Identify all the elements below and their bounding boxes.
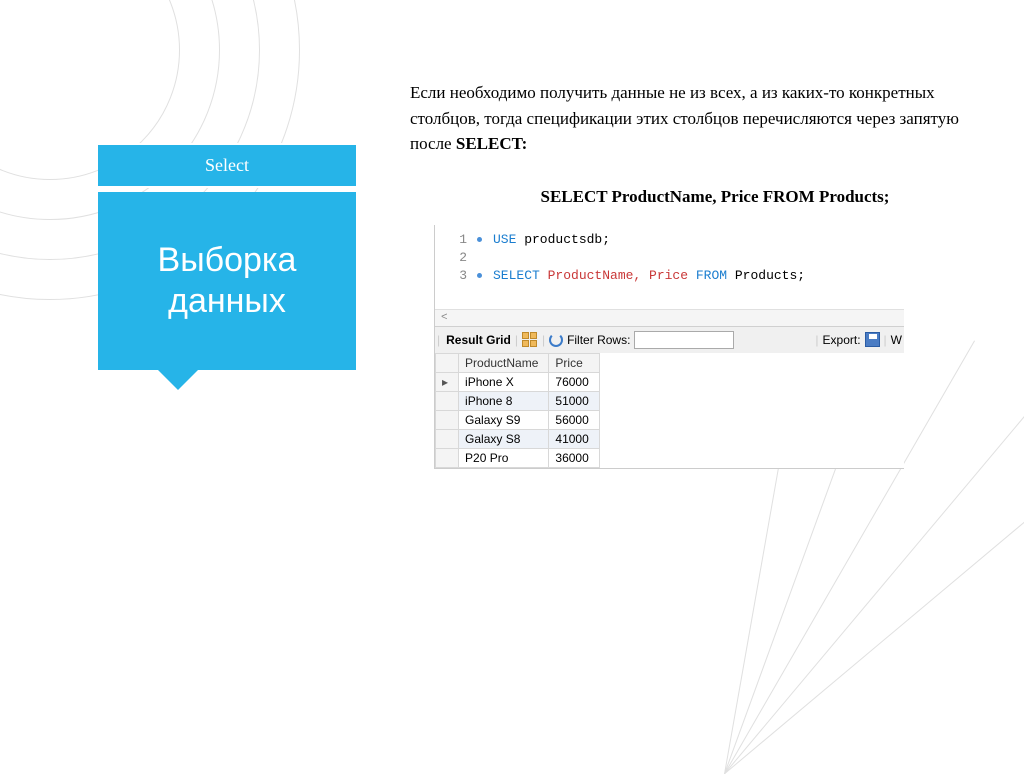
save-icon[interactable] — [865, 332, 880, 347]
cell-productname[interactable]: Galaxy S8 — [459, 429, 549, 448]
code-line: USE productsdb; — [493, 231, 904, 249]
cell-price[interactable]: 76000 — [549, 372, 599, 391]
current-row-icon: ▸ — [436, 372, 459, 391]
table-row[interactable]: Galaxy S9 56000 — [436, 410, 600, 429]
sql-editor-panel: 1 2 3 USE productsdb; SELECT ProductName… — [434, 225, 904, 469]
row-selector[interactable] — [436, 429, 459, 448]
sidebar-header: Select — [98, 143, 356, 188]
toolbar-divider: | — [884, 333, 887, 347]
grid-view-icon[interactable] — [522, 332, 538, 348]
result-grid[interactable]: ProductName Price ▸ iPhone X 76000 iPhon… — [435, 353, 600, 468]
trailing-char: W — [891, 333, 902, 347]
query-heading: SELECT ProductName, Price FROM Products; — [450, 187, 980, 207]
cell-price[interactable]: 36000 — [549, 448, 599, 467]
scroll-left-icon[interactable]: < — [435, 309, 904, 326]
line-gutter: 1 2 3 — [435, 231, 473, 285]
filter-rows-label: Filter Rows: — [567, 333, 630, 347]
sidebar-card: Select Выборка данных — [98, 143, 356, 390]
toolbar-divider: | — [815, 333, 818, 347]
export-label: Export: — [823, 333, 861, 347]
code-line — [493, 249, 904, 267]
code-line: SELECT ProductName, Price FROM Products; — [493, 267, 904, 285]
cell-productname[interactable]: Galaxy S9 — [459, 410, 549, 429]
sidebar-title-line2: данных — [108, 281, 346, 322]
cell-productname[interactable]: iPhone X — [459, 372, 549, 391]
exec-marker-icon — [477, 237, 482, 242]
row-selector-header — [436, 353, 459, 372]
code-lines: USE productsdb; SELECT ProductName, Pric… — [485, 231, 904, 285]
sidebar-title-line1: Выборка — [108, 240, 346, 281]
exec-marker-icon — [477, 273, 482, 278]
row-selector[interactable] — [436, 448, 459, 467]
content-area: Если необходимо получить данные не из вс… — [410, 80, 980, 469]
code-editor[interactable]: 1 2 3 USE productsdb; SELECT ProductName… — [435, 225, 904, 309]
cell-price[interactable]: 51000 — [549, 391, 599, 410]
description-text: Если необходимо получить данные не из вс… — [410, 80, 980, 157]
marker-gutter — [473, 231, 485, 285]
table-row[interactable]: ▸ iPhone X 76000 — [436, 372, 600, 391]
row-selector[interactable] — [436, 410, 459, 429]
cell-price[interactable]: 41000 — [549, 429, 599, 448]
table-header-row: ProductName Price — [436, 353, 600, 372]
refresh-icon[interactable] — [549, 333, 563, 347]
row-selector[interactable] — [436, 391, 459, 410]
cell-productname[interactable]: P20 Pro — [459, 448, 549, 467]
sidebar-body: Выборка данных — [98, 192, 356, 370]
line-number: 1 — [435, 231, 467, 249]
description-bold: SELECT: — [456, 134, 528, 153]
line-number: 3 — [435, 267, 467, 285]
sidebar-pointer-icon — [158, 370, 198, 390]
toolbar-divider: | — [437, 333, 440, 347]
cell-productname[interactable]: iPhone 8 — [459, 391, 549, 410]
table-row[interactable]: P20 Pro 36000 — [436, 448, 600, 467]
toolbar-divider: | — [542, 333, 545, 347]
toolbar-divider: | — [515, 333, 518, 347]
result-grid-label: Result Grid — [446, 333, 511, 347]
column-header[interactable]: Price — [549, 353, 599, 372]
result-toolbar: | Result Grid | | Filter Rows: | Export:… — [435, 326, 904, 353]
filter-rows-input[interactable] — [634, 331, 734, 349]
table-row[interactable]: Galaxy S8 41000 — [436, 429, 600, 448]
cell-price[interactable]: 56000 — [549, 410, 599, 429]
line-number: 2 — [435, 249, 467, 267]
column-header[interactable]: ProductName — [459, 353, 549, 372]
table-row[interactable]: iPhone 8 51000 — [436, 391, 600, 410]
